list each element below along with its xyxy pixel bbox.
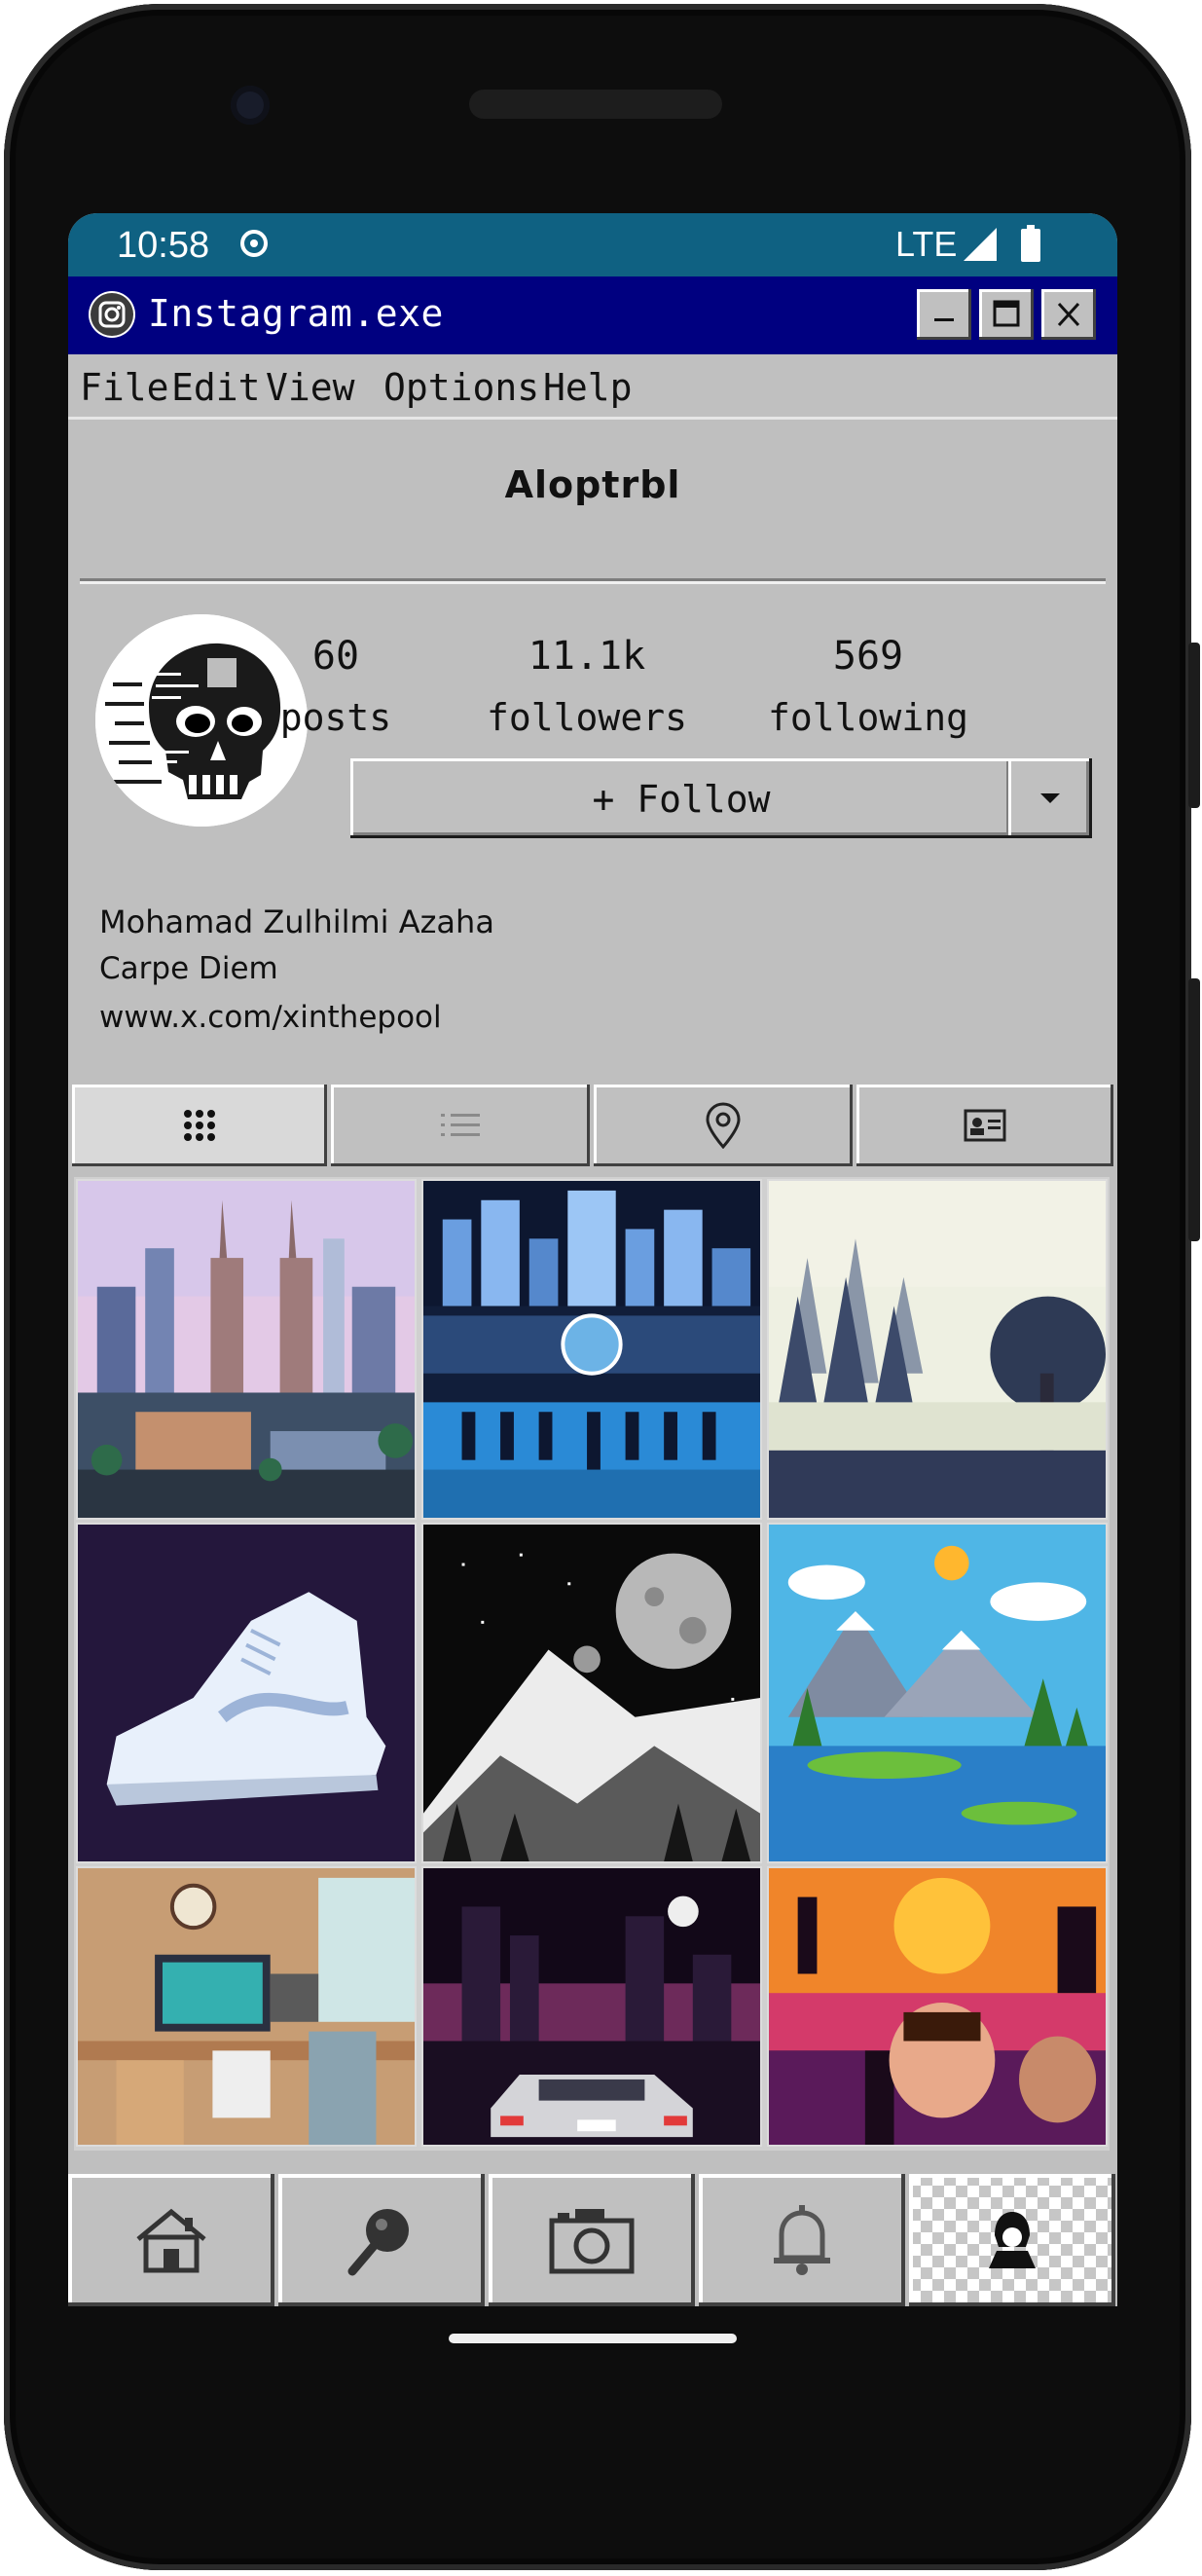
followers-label: followers [487, 696, 687, 739]
power-button [1188, 643, 1200, 808]
follow-button[interactable]: + Follow [350, 758, 1012, 838]
nav-notifications-button[interactable] [699, 2174, 905, 2306]
bottom-nav [68, 2174, 1117, 2306]
tab-list[interactable] [331, 1085, 590, 1166]
battery-icon [1021, 225, 1040, 262]
grid-icon [184, 1110, 215, 1141]
nav-camera-button[interactable] [489, 2174, 695, 2306]
posts-stat[interactable]: 60 posts [214, 634, 457, 739]
pixel-football-stadium-image [423, 1181, 760, 1518]
tab-location[interactable] [594, 1085, 853, 1166]
screen: 10:58 LTE Instagram.exe File Edit View O… [68, 213, 1117, 2306]
post-tile[interactable] [767, 1179, 1108, 1520]
menu-view[interactable]: View [266, 366, 355, 409]
pixel-desk-room-image [78, 1868, 415, 2145]
menu-file[interactable]: File [80, 366, 169, 409]
menu-bar: File Edit View Options Help [68, 354, 1117, 420]
post-tile[interactable] [76, 1179, 417, 1520]
list-icon [441, 1114, 480, 1136]
following-stat[interactable]: 569 following [747, 634, 990, 739]
status-bar: 10:58 LTE [68, 213, 1117, 276]
profile-tabs [68, 1085, 1117, 1166]
home-icon [136, 2208, 206, 2273]
pixel-retro-movie-poster-image [769, 1868, 1106, 2145]
volume-button [1188, 978, 1200, 1241]
sync-icon [240, 230, 268, 257]
nav-search-button[interactable] [278, 2174, 485, 2306]
menu-edit[interactable]: Edit [171, 366, 261, 409]
pixel-colorful-landscape-image [769, 1525, 1106, 1861]
id-card-icon [964, 1109, 1006, 1142]
camera-icon [549, 2209, 635, 2274]
maximize-icon [993, 300, 1020, 327]
chevron-down-icon [1040, 793, 1060, 803]
nav-home-button[interactable] [68, 2174, 274, 2306]
followers-stat[interactable]: 11.1k followers [465, 634, 709, 739]
menu-options[interactable]: Options [383, 366, 539, 409]
posts-label: posts [279, 696, 392, 739]
pixel-city-twin-towers-image [78, 1181, 415, 1518]
post-tile[interactable] [76, 1523, 417, 1863]
profile-link[interactable]: www.x.com/xinthepool [99, 1000, 442, 1035]
following-count: 569 [832, 634, 904, 679]
header-divider [80, 578, 1106, 584]
profile-header: Aloptrbl [68, 420, 1117, 575]
post-tile[interactable] [421, 1523, 762, 1863]
pixel-night-city-car-image [423, 1868, 760, 2145]
follow-label: + Follow [592, 778, 771, 821]
profile-username: Aloptrbl [504, 463, 681, 506]
pixel-moon-mountain-image [423, 1525, 760, 1861]
menu-help[interactable]: Help [543, 366, 633, 409]
search-icon [347, 2209, 409, 2276]
close-button[interactable] [1041, 289, 1096, 340]
post-tile[interactable] [767, 1866, 1108, 2147]
post-tile[interactable] [76, 1866, 417, 2147]
profile-full-name: Mohamad Zulhilmi Azaha [99, 903, 494, 940]
post-tile[interactable] [421, 1179, 762, 1520]
minimize-icon [934, 318, 954, 321]
profile-bio: Carpe Diem [99, 951, 278, 986]
location-pin-icon [706, 1102, 741, 1149]
tab-tagged[interactable] [856, 1085, 1113, 1166]
post-tile[interactable] [767, 1523, 1108, 1863]
status-time: 10:58 [117, 225, 210, 266]
follow-dropdown-button[interactable] [1008, 758, 1092, 838]
posts-count: 60 [311, 634, 360, 679]
instagram-icon [89, 291, 135, 338]
nav-profile-button[interactable] [909, 2174, 1115, 2306]
gesture-home-bar[interactable] [449, 2334, 737, 2343]
network-type: LTE [895, 224, 958, 264]
post-tile[interactable] [421, 1866, 762, 2147]
tab-grid[interactable] [72, 1085, 327, 1166]
maximize-button[interactable] [979, 289, 1034, 340]
earpiece-speaker [469, 90, 722, 119]
signal-icon [964, 228, 997, 261]
close-icon [1057, 302, 1080, 327]
bell-icon [774, 2205, 830, 2275]
front-camera [231, 86, 270, 125]
window-title: Instagram.exe [148, 292, 444, 335]
profile-icon [989, 2212, 1036, 2268]
following-label: following [768, 696, 968, 739]
window-titlebar: Instagram.exe [68, 276, 1117, 354]
pixel-white-sneaker-image [78, 1525, 415, 1861]
followers-count: 11.1k [528, 634, 646, 679]
minimize-button[interactable] [917, 289, 971, 340]
pixel-misty-forest-lake-image [769, 1181, 1106, 1518]
post-grid [74, 1177, 1110, 2151]
